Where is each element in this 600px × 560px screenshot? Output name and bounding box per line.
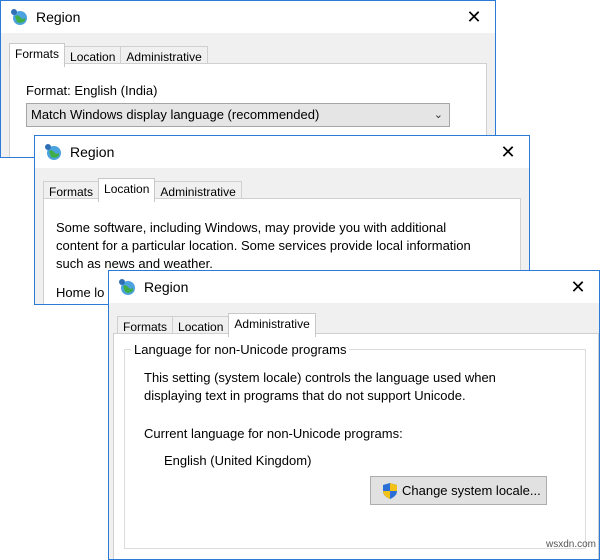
chevron-down-icon: ⌄ <box>433 109 443 121</box>
group-title: Language for non-Unicode programs <box>131 342 350 357</box>
change-system-locale-button[interactable]: Change system locale... <box>370 476 547 505</box>
close-icon[interactable]: ✕ <box>567 276 589 298</box>
window-title: Region <box>70 144 115 160</box>
current-language-label: Current language for non-Unicode program… <box>144 426 403 441</box>
tab-panel: Language for non-Unicode programs This s… <box>113 333 599 559</box>
current-language-value: English (United Kingdom) <box>164 453 312 468</box>
title-bar[interactable]: Region ✕ <box>109 271 599 303</box>
title-bar[interactable]: Region ✕ <box>35 136 529 168</box>
location-description-line: content for a particular location. Some … <box>56 238 471 253</box>
watermark: wsxdn.com <box>545 539 596 550</box>
format-select-value: Match Windows display language (recommen… <box>31 107 320 122</box>
close-icon[interactable]: ✕ <box>463 6 485 28</box>
globe-icon <box>45 144 61 160</box>
locale-description-line: This setting (system locale) controls th… <box>144 370 496 385</box>
region-window-administrative: Region ✕ Formats Location Administrative… <box>108 270 600 560</box>
location-description-line: Some software, including Windows, may pr… <box>56 220 447 235</box>
change-system-locale-label: Change system locale... <box>402 483 541 498</box>
title-bar[interactable]: Region ✕ <box>1 1 495 33</box>
locale-description-line: displaying text in programs that do not … <box>144 388 466 403</box>
tab-formats[interactable]: Formats <box>9 43 66 67</box>
close-icon[interactable]: ✕ <box>497 141 519 163</box>
home-location-label: Home lo <box>56 285 105 300</box>
uac-shield-icon <box>383 482 397 499</box>
format-select[interactable]: Match Windows display language (recommen… <box>26 103 450 127</box>
format-label: Format: English (India) <box>26 83 158 98</box>
window-title: Region <box>36 9 81 25</box>
tab-administrative[interactable]: Administrative <box>228 313 316 337</box>
globe-icon <box>11 9 27 25</box>
window-title: Region <box>144 279 189 295</box>
tab-location[interactable]: Location <box>98 178 156 202</box>
location-description-line: such as news and weather. <box>56 256 213 271</box>
globe-icon <box>119 279 135 295</box>
